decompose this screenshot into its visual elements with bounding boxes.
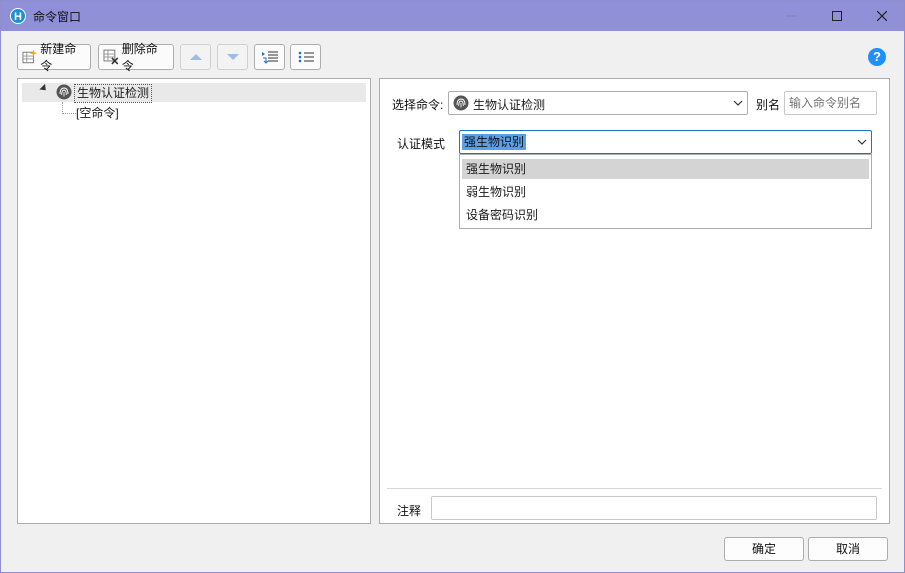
maximize-icon [832, 11, 842, 21]
command-tree[interactable]: 生物认证检测 [空命令] [17, 78, 371, 524]
tree-item-label[interactable]: [空命令] [76, 106, 119, 121]
new-command-button[interactable]: 新建命令 [17, 42, 91, 73]
auth-mode-dropdown[interactable]: 强生物识别 [459, 130, 872, 154]
divider [387, 488, 882, 489]
outdent-button[interactable] [290, 44, 321, 70]
command-window: H 命令窗口 新建命令 删除命令 ? 生物认证检测 [空命令] 选择命令: 生物… [0, 0, 905, 573]
move-up-button[interactable] [180, 44, 211, 70]
auth-mode-value: 强生物识别 [462, 134, 527, 150]
new-command-label: 新建命令 [40, 42, 77, 73]
move-down-button[interactable] [217, 44, 248, 70]
indent-icon [261, 51, 278, 64]
close-button[interactable] [859, 1, 905, 31]
app-icon: H [10, 8, 26, 24]
dropdown-option[interactable]: 设备密码识别 [462, 205, 869, 225]
delete-command-button[interactable]: 删除命令 [98, 42, 174, 73]
select-command-dropdown[interactable]: 生物认证检测 [448, 91, 748, 115]
outdent-icon [298, 51, 314, 63]
comment-input[interactable] [431, 496, 877, 520]
fingerprint-icon [56, 84, 72, 100]
select-command-value: 生物认证检测 [473, 98, 546, 112]
auth-mode-options: 强生物识别 弱生物识别 设备密码识别 [459, 154, 872, 229]
window-title: 命令窗口 [33, 10, 82, 24]
help-icon[interactable]: ? [868, 48, 886, 66]
dropdown-option[interactable]: 强生物识别 [462, 159, 869, 179]
minimize-icon [786, 15, 796, 17]
move-down-icon [226, 54, 239, 60]
tree-item-label[interactable]: 生物认证检测 [74, 84, 153, 103]
select-command-label: 选择命令: [392, 98, 444, 112]
close-icon [877, 11, 887, 21]
chevron-down-icon [857, 139, 867, 145]
delete-command-icon [103, 49, 119, 65]
minimize-button[interactable] [768, 1, 814, 31]
title-bar[interactable]: H 命令窗口 [1, 1, 904, 31]
tree-connector [62, 102, 76, 114]
dropdown-option[interactable]: 弱生物识别 [462, 182, 869, 202]
alias-label: 别名 [756, 98, 781, 112]
move-up-icon [189, 54, 202, 60]
new-command-icon [22, 49, 38, 64]
chevron-down-icon [733, 100, 743, 106]
ok-button[interactable]: 确定 [724, 537, 804, 561]
delete-command-label: 删除命令 [121, 42, 158, 73]
maximize-button[interactable] [814, 1, 860, 31]
auth-mode-label: 认证模式 [397, 137, 446, 151]
cancel-button[interactable]: 取消 [808, 537, 888, 561]
alias-input[interactable] [784, 91, 877, 115]
indent-button[interactable] [254, 44, 285, 70]
comment-label: 注释 [397, 504, 422, 518]
fingerprint-icon [453, 95, 469, 111]
